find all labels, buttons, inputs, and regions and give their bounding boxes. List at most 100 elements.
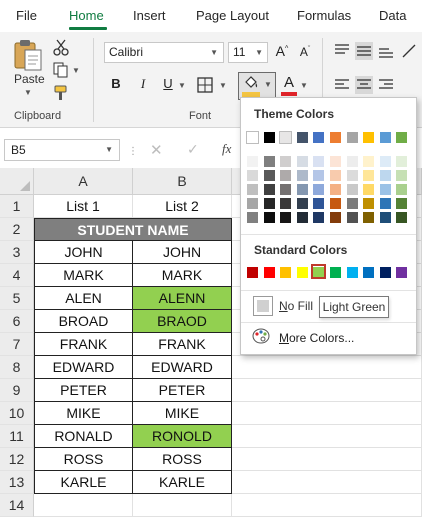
theme-shade-swatch[interactable] xyxy=(330,156,341,167)
cell-c[interactable] xyxy=(232,379,422,402)
theme-shade-swatch[interactable] xyxy=(330,212,341,223)
theme-color-swatch[interactable] xyxy=(263,132,275,143)
fill-color-button[interactable]: ▼ xyxy=(238,72,276,100)
theme-shade-swatch[interactable] xyxy=(280,170,292,181)
theme-shade-swatch[interactable] xyxy=(379,156,391,167)
row-header[interactable]: 6 xyxy=(0,310,34,333)
theme-shade-swatch[interactable] xyxy=(396,170,408,181)
cell-b[interactable] xyxy=(133,494,232,517)
theme-color-swatch[interactable] xyxy=(279,131,293,144)
cancel-entry-icon[interactable]: ✕ xyxy=(150,141,163,159)
theme-shade-swatch[interactable] xyxy=(247,156,258,167)
theme-shade-swatch[interactable] xyxy=(296,170,308,181)
no-fill-swatch[interactable] xyxy=(253,296,273,316)
tab-formulas[interactable]: Formulas xyxy=(297,8,351,23)
theme-shade-swatch[interactable] xyxy=(313,184,325,195)
theme-shade-swatch[interactable] xyxy=(296,156,308,167)
cell-b[interactable]: MARK xyxy=(133,264,232,287)
theme-shade-swatch[interactable] xyxy=(263,156,275,167)
cut-icon[interactable] xyxy=(52,38,70,56)
theme-shade-swatch[interactable] xyxy=(280,212,292,223)
cell-b[interactable]: JOHN xyxy=(133,241,232,264)
theme-shade-swatch[interactable] xyxy=(313,170,325,181)
theme-shade-swatch[interactable] xyxy=(346,156,358,167)
theme-shade-swatch[interactable] xyxy=(346,184,358,195)
align-bottom-icon[interactable] xyxy=(377,42,395,60)
theme-shade-swatch[interactable] xyxy=(330,198,341,209)
standard-color-swatch[interactable] xyxy=(247,267,258,278)
row-header[interactable]: 13 xyxy=(0,471,34,494)
cell-c[interactable] xyxy=(232,494,422,517)
paste-dropdown-caret[interactable]: ▼ xyxy=(24,88,32,97)
font-color-dropdown-caret[interactable]: ▼ xyxy=(300,81,308,90)
cell-a[interactable]: BROAD xyxy=(34,310,133,333)
theme-shade-swatch[interactable] xyxy=(247,212,258,223)
cell-a[interactable] xyxy=(34,494,133,517)
cell-b[interactable]: KARLE xyxy=(133,471,232,494)
cell-c[interactable] xyxy=(232,356,422,379)
cell-a[interactable]: ALEN xyxy=(34,287,133,310)
font-size-box[interactable]: 11 ▼ xyxy=(228,42,268,63)
theme-shade-swatch[interactable] xyxy=(346,212,358,223)
format-painter-icon[interactable] xyxy=(52,84,70,102)
cell-a[interactable]: EDWARD xyxy=(34,356,133,379)
theme-shade-swatch[interactable] xyxy=(263,212,275,223)
paste-button-label[interactable]: Paste xyxy=(14,72,45,86)
name-box-dropdown-caret[interactable]: ▼ xyxy=(105,140,113,160)
cell-a[interactable]: JOHN xyxy=(34,241,133,264)
cell-a[interactable]: List 1 xyxy=(34,195,133,218)
row-header[interactable]: 10 xyxy=(0,402,34,425)
theme-color-swatch[interactable] xyxy=(363,132,375,143)
standard-color-swatch[interactable] xyxy=(396,267,408,278)
theme-shade-swatch[interactable] xyxy=(247,170,258,181)
align-left-icon[interactable] xyxy=(333,76,351,94)
decrease-font-size-icon[interactable]: Aˇ xyxy=(297,45,313,59)
theme-shade-swatch[interactable] xyxy=(296,184,308,195)
copy-dropdown-caret[interactable]: ▼ xyxy=(72,66,80,75)
theme-shade-swatch[interactable] xyxy=(363,184,375,195)
cell-a[interactable]: MIKE xyxy=(34,402,133,425)
tab-insert[interactable]: Insert xyxy=(133,8,166,23)
cell-a[interactable]: ROSS xyxy=(34,448,133,471)
align-center-icon[interactable] xyxy=(355,76,373,94)
theme-shade-swatch[interactable] xyxy=(280,184,292,195)
theme-color-swatch[interactable] xyxy=(346,132,358,143)
cell-b[interactable]: ROSS xyxy=(133,448,232,471)
cell-c[interactable] xyxy=(232,471,422,494)
row-header[interactable]: 9 xyxy=(0,379,34,402)
theme-shade-swatch[interactable] xyxy=(379,170,391,181)
paste-icon[interactable] xyxy=(12,38,44,72)
row-header[interactable]: 7 xyxy=(0,333,34,356)
font-name-box[interactable]: Calibri ▼ xyxy=(104,42,224,63)
cell-b[interactable]: MIKE xyxy=(133,402,232,425)
align-top-icon[interactable] xyxy=(333,42,351,60)
theme-shade-swatch[interactable] xyxy=(363,212,375,223)
theme-shade-swatch[interactable] xyxy=(363,170,375,181)
theme-shade-swatch[interactable] xyxy=(263,184,275,195)
cell-b[interactable]: PETER xyxy=(133,379,232,402)
theme-color-swatch[interactable] xyxy=(330,132,341,143)
cell-b[interactable]: List 2 xyxy=(133,195,232,218)
tab-home[interactable]: Home xyxy=(69,8,104,23)
column-header-b[interactable]: B xyxy=(133,168,232,195)
theme-shade-swatch[interactable] xyxy=(247,198,258,209)
confirm-entry-icon[interactable]: ✓ xyxy=(187,141,199,158)
row-header[interactable]: 4 xyxy=(0,264,34,287)
theme-shade-swatch[interactable] xyxy=(313,212,325,223)
align-right-icon[interactable] xyxy=(377,76,395,94)
cell-a[interactable]: PETER xyxy=(34,379,133,402)
underline-dropdown-caret[interactable]: ▼ xyxy=(178,81,186,90)
cell-b[interactable]: EDWARD xyxy=(133,356,232,379)
theme-color-swatch[interactable] xyxy=(246,131,259,144)
theme-shade-swatch[interactable] xyxy=(396,156,408,167)
cell-c[interactable] xyxy=(232,402,422,425)
cell-b[interactable]: BRAOD xyxy=(133,310,232,333)
row-header[interactable]: 2 xyxy=(0,218,34,241)
theme-shade-swatch[interactable] xyxy=(247,184,258,195)
theme-shade-swatch[interactable] xyxy=(313,156,325,167)
theme-color-swatch[interactable] xyxy=(379,132,391,143)
standard-color-swatch[interactable] xyxy=(379,267,391,278)
cell-c[interactable] xyxy=(232,448,422,471)
cell-b[interactable]: RONOLD xyxy=(133,425,232,448)
cell-a[interactable]: RONALD xyxy=(34,425,133,448)
